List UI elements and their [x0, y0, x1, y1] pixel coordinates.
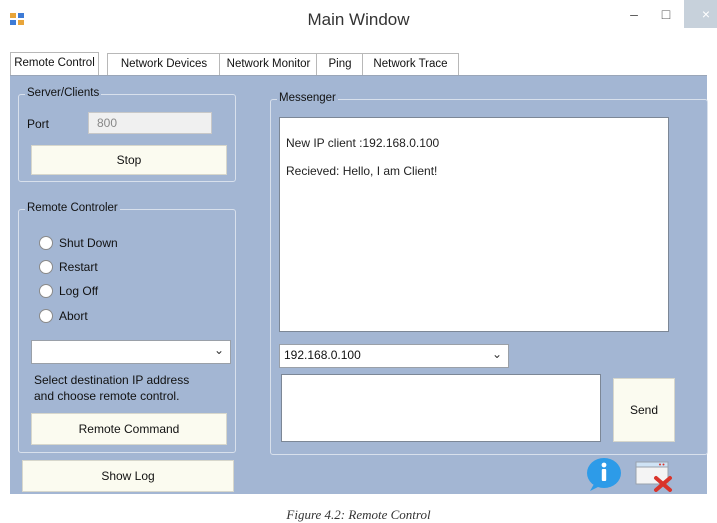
radio-label: Shut Down	[59, 236, 118, 250]
remote-controler-group: Remote Controler Shut Down Restart Log O…	[18, 202, 236, 453]
maximize-button[interactable]: □	[652, 0, 680, 28]
server-clients-group: Server/Clients Port 800 Stop	[18, 87, 236, 182]
tab-remote-control[interactable]: Remote Control	[10, 52, 99, 76]
destination-ip-select[interactable]: ⌄	[31, 340, 231, 364]
radio-button[interactable]	[39, 309, 53, 323]
client-ip-value: 192.168.0.100	[284, 348, 361, 362]
message-line: Recieved: Hello, I am Client!	[286, 164, 438, 178]
show-log-button[interactable]: Show Log	[22, 460, 234, 492]
tab-network-monitor[interactable]: Network Monitor	[219, 53, 318, 75]
close-button[interactable]: ×	[684, 0, 717, 28]
send-button[interactable]: Send	[613, 378, 675, 442]
exit-icon[interactable]	[634, 460, 674, 492]
radio-button[interactable]	[39, 236, 53, 250]
port-field[interactable]: 800	[88, 112, 212, 134]
message-input[interactable]	[281, 374, 601, 442]
server-clients-legend: Server/Clients	[25, 87, 102, 99]
chevron-down-icon[interactable]: ⌄	[214, 343, 224, 357]
remote-controler-legend: Remote Controler	[25, 202, 120, 214]
radio-button[interactable]	[39, 284, 53, 298]
radio-label: Log Off	[59, 284, 99, 298]
message-log[interactable]: New IP client :192.168.0.100 Recieved: H…	[279, 117, 669, 332]
minimize-button[interactable]: –	[620, 0, 648, 28]
remote-command-button[interactable]: Remote Command	[31, 413, 227, 445]
tab-network-devices[interactable]: Network Devices	[107, 53, 221, 75]
stop-button[interactable]: Stop	[31, 145, 227, 175]
radio-label: Restart	[59, 260, 98, 274]
window-title: Main Window	[307, 10, 410, 29]
radio-button[interactable]	[39, 260, 53, 274]
tab-ping[interactable]: Ping	[316, 53, 364, 75]
radio-label: Abort	[59, 309, 88, 323]
help-text-line-2: and choose remote control.	[34, 389, 180, 403]
port-label: Port	[27, 117, 50, 131]
figure-caption: Figure 4.2: Remote Control	[286, 507, 431, 522]
title-bar[interactable]: Main Window – □ ×	[0, 0, 717, 38]
info-icon[interactable]	[584, 456, 624, 492]
messenger-legend: Messenger	[277, 92, 338, 104]
help-text-line-1: Select destination IP address	[34, 373, 190, 387]
main-window: Main Window – □ × Remote Control Network…	[0, 0, 717, 506]
tab-network-trace[interactable]: Network Trace	[362, 53, 459, 75]
client-ip-select[interactable]: 192.168.0.100 ⌄	[279, 344, 509, 368]
remote-control-panel: Server/Clients Port 800 Stop Remote Cont…	[10, 76, 708, 494]
messenger-group: Messenger New IP client :192.168.0.100 R…	[270, 92, 708, 455]
message-line: New IP client :192.168.0.100	[286, 136, 440, 150]
chevron-down-icon[interactable]: ⌄	[492, 347, 502, 361]
